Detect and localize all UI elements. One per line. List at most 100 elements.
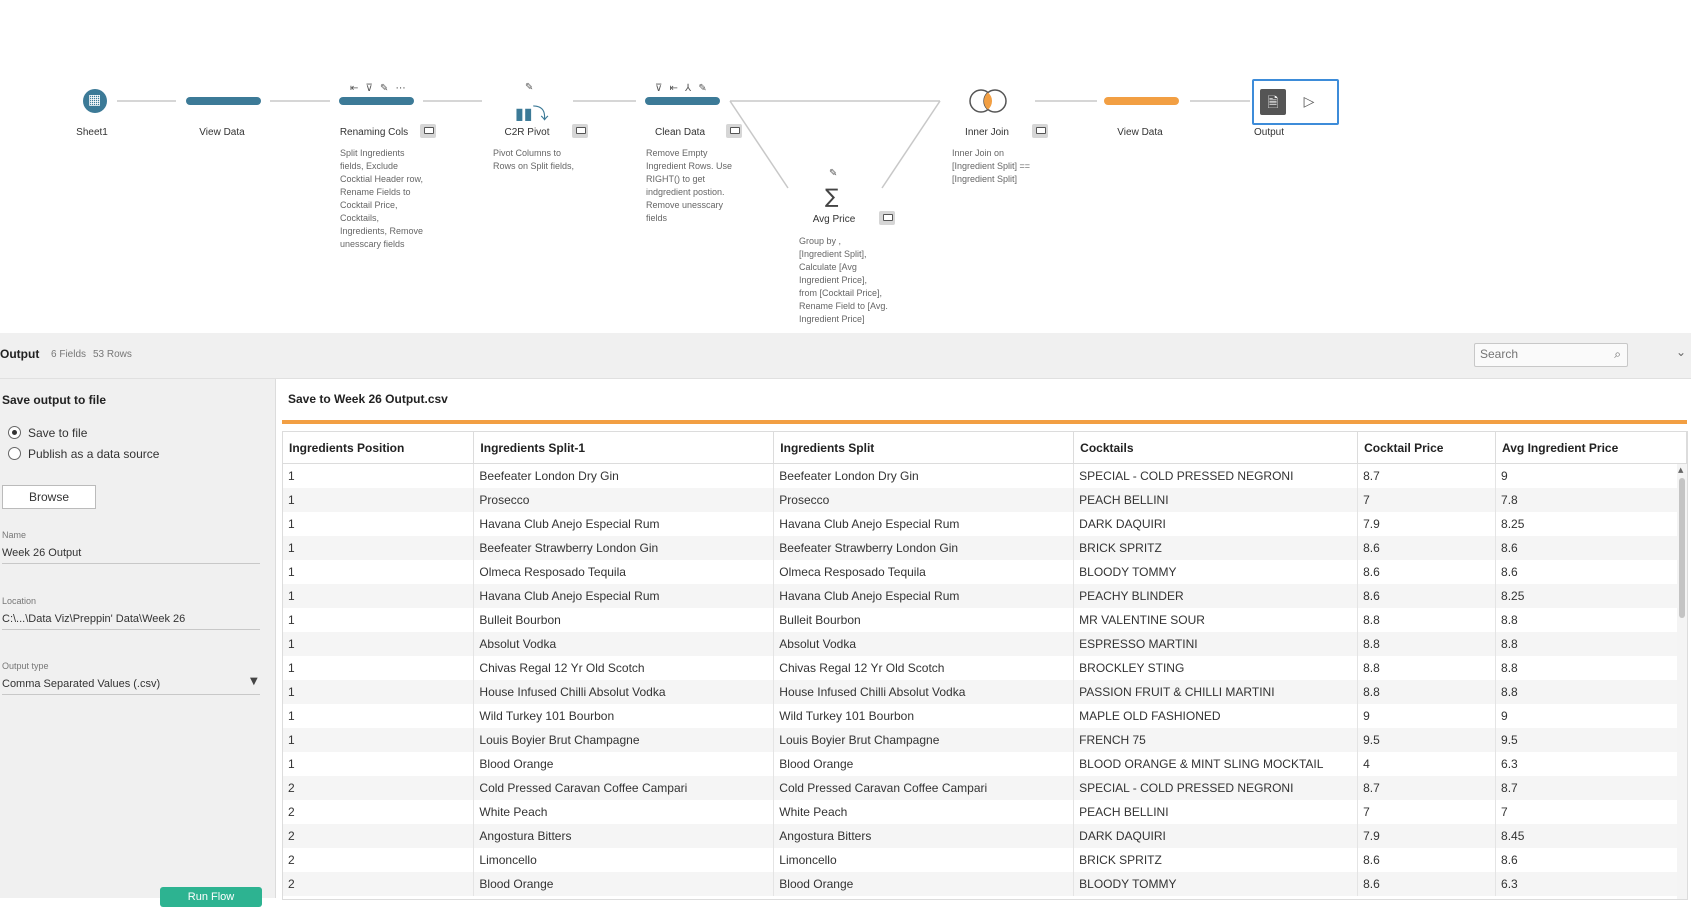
table-cell[interactable]: Prosecco [773, 488, 1075, 512]
scrollbar-thumb[interactable] [1679, 478, 1685, 618]
table-cell[interactable]: 2 [283, 800, 475, 824]
table-cell[interactable]: 7 [1495, 800, 1687, 824]
table-cell[interactable]: Blood Orange [473, 752, 775, 776]
table-cell[interactable]: 7 [1357, 800, 1497, 824]
table-cell[interactable]: White Peach [773, 800, 1075, 824]
search-icon[interactable]: ⌕ [1614, 347, 1621, 362]
table-cell[interactable]: SPECIAL - COLD PRESSED NEGRONI [1073, 463, 1359, 488]
table-cell[interactable]: 8.8 [1357, 632, 1497, 656]
table-cell[interactable]: Louis Boyier Brut Champagne [473, 728, 775, 752]
table-cell[interactable]: ESPRESSO MARTINI [1073, 632, 1359, 656]
radio-unchecked-icon[interactable] [8, 447, 21, 460]
browse-button[interactable]: Browse [2, 485, 96, 509]
table-cell[interactable]: 9.5 [1495, 728, 1687, 752]
table-cell[interactable]: Havana Club Anejo Especial Rum [473, 584, 775, 608]
table-cell[interactable]: Wild Turkey 101 Bourbon [773, 704, 1075, 728]
renaming-cols-comment-icon[interactable] [420, 124, 436, 138]
table-cell[interactable]: DARK DAQUIRI [1073, 824, 1359, 848]
table-cell[interactable]: Prosecco [473, 488, 775, 512]
table-cell[interactable]: 8.6 [1357, 584, 1497, 608]
table-cell[interactable]: 8.6 [1357, 848, 1497, 872]
table-cell[interactable]: PASSION FRUIT & CHILLI MARTINI [1073, 680, 1359, 704]
table-cell[interactable]: 8.6 [1495, 560, 1687, 584]
table-cell[interactable]: Beefeater London Dry Gin [473, 463, 775, 488]
table-cell[interactable]: Beefeater Strawberry London Gin [773, 536, 1075, 560]
table-cell[interactable]: Limoncello [473, 848, 775, 872]
run-flow-button[interactable]: Run Flow [160, 887, 262, 907]
table-cell[interactable]: 1 [283, 488, 475, 512]
table-cell[interactable]: 1 [283, 680, 475, 704]
scroll-up-icon[interactable]: ▲ [1678, 466, 1683, 474]
publish-data-source-radio[interactable]: Publish as a data source [8, 447, 159, 461]
name-field[interactable]: Week 26 Output [2, 547, 260, 564]
table-cell[interactable]: 6.3 [1495, 872, 1687, 896]
table-cell[interactable]: Beefeater London Dry Gin [773, 463, 1075, 488]
table-cell[interactable]: MAPLE OLD FASHIONED [1073, 704, 1359, 728]
table-cell[interactable]: 1 [283, 656, 475, 680]
table-cell[interactable]: Louis Boyier Brut Champagne [773, 728, 1075, 752]
table-cell[interactable]: 1 [283, 704, 475, 728]
table-cell[interactable]: 9 [1357, 704, 1497, 728]
table-cell[interactable]: 8.25 [1495, 584, 1687, 608]
table-cell[interactable]: 7.8 [1495, 488, 1687, 512]
table-cell[interactable]: Cold Pressed Caravan Coffee Campari [773, 776, 1075, 800]
table-cell[interactable]: Angostura Bitters [473, 824, 775, 848]
table-cell[interactable]: Olmeca Resposado Tequila [473, 560, 775, 584]
table-cell[interactable]: Cold Pressed Caravan Coffee Campari [473, 776, 775, 800]
table-cell[interactable]: Blood Orange [773, 872, 1075, 896]
table-cell[interactable]: BRICK SPRITZ [1073, 536, 1359, 560]
table-cell[interactable]: Absolut Vodka [773, 632, 1075, 656]
column-header[interactable]: Ingredients Position [283, 432, 475, 464]
table-cell[interactable]: BLOOD ORANGE & MINT SLING MOCKTAIL [1073, 752, 1359, 776]
table-cell[interactable]: 8.6 [1357, 560, 1497, 584]
radio-checked-icon[interactable] [8, 426, 21, 439]
column-header[interactable]: Cocktails [1073, 432, 1359, 464]
table-cell[interactable]: 8.6 [1495, 536, 1687, 560]
table-cell[interactable]: PEACH BELLINI [1073, 488, 1359, 512]
avg-price-comment-icon[interactable] [879, 211, 895, 225]
table-cell[interactable]: 8.8 [1357, 680, 1497, 704]
table-cell[interactable]: 2 [283, 848, 475, 872]
table-cell[interactable]: MR VALENTINE SOUR [1073, 608, 1359, 632]
table-cell[interactable]: BLOODY TOMMY [1073, 872, 1359, 896]
output-type-select[interactable]: Comma Separated Values (.csv) [2, 678, 260, 695]
table-cell[interactable]: White Peach [473, 800, 775, 824]
table-cell[interactable]: 2 [283, 872, 475, 896]
table-cell[interactable]: Chivas Regal 12 Yr Old Scotch [773, 656, 1075, 680]
table-cell[interactable]: 8.7 [1495, 776, 1687, 800]
renaming-cols-node[interactable] [339, 97, 414, 105]
table-cell[interactable]: 8.8 [1357, 656, 1497, 680]
table-cell[interactable]: 1 [283, 752, 475, 776]
table-cell[interactable]: 2 [283, 776, 475, 800]
table-cell[interactable]: 8.6 [1495, 848, 1687, 872]
c2r-pivot-comment-icon[interactable] [572, 124, 588, 138]
table-cell[interactable]: Havana Club Anejo Especial Rum [773, 584, 1075, 608]
table-cell[interactable]: BRICK SPRITZ [1073, 848, 1359, 872]
table-cell[interactable]: 6.3 [1495, 752, 1687, 776]
search-box[interactable]: ⌕ [1474, 343, 1628, 367]
table-cell[interactable]: 8.25 [1495, 512, 1687, 536]
table-cell[interactable]: 1 [283, 463, 475, 488]
table-cell[interactable]: 1 [283, 728, 475, 752]
inner-join-icon[interactable] [967, 88, 1009, 114]
table-cell[interactable]: Angostura Bitters [773, 824, 1075, 848]
column-header[interactable]: Ingredients Split-1 [473, 432, 775, 464]
save-to-file-radio[interactable]: Save to file [8, 426, 87, 440]
table-cell[interactable]: 1 [283, 632, 475, 656]
table-cell[interactable]: PEACHY BLINDER [1073, 584, 1359, 608]
table-cell[interactable]: House Infused Chilli Absolut Vodka [773, 680, 1075, 704]
table-cell[interactable]: 1 [283, 608, 475, 632]
aggregate-sum-icon[interactable]: ∑ [825, 184, 838, 208]
table-cell[interactable]: 8.8 [1495, 632, 1687, 656]
table-cell[interactable]: 7.9 [1357, 512, 1497, 536]
clean-data-comment-icon[interactable] [726, 124, 742, 138]
table-cell[interactable]: 9.5 [1357, 728, 1497, 752]
table-cell[interactable]: 8.8 [1495, 680, 1687, 704]
table-cell[interactable]: Bulleit Bourbon [773, 608, 1075, 632]
clean-data-node[interactable] [645, 97, 720, 105]
table-cell[interactable]: 8.8 [1495, 608, 1687, 632]
table-cell[interactable]: Havana Club Anejo Especial Rum [773, 512, 1075, 536]
table-cell[interactable]: BROCKLEY STING [1073, 656, 1359, 680]
table-cell[interactable]: 8.45 [1495, 824, 1687, 848]
table-cell[interactable]: SPECIAL - COLD PRESSED NEGRONI [1073, 776, 1359, 800]
